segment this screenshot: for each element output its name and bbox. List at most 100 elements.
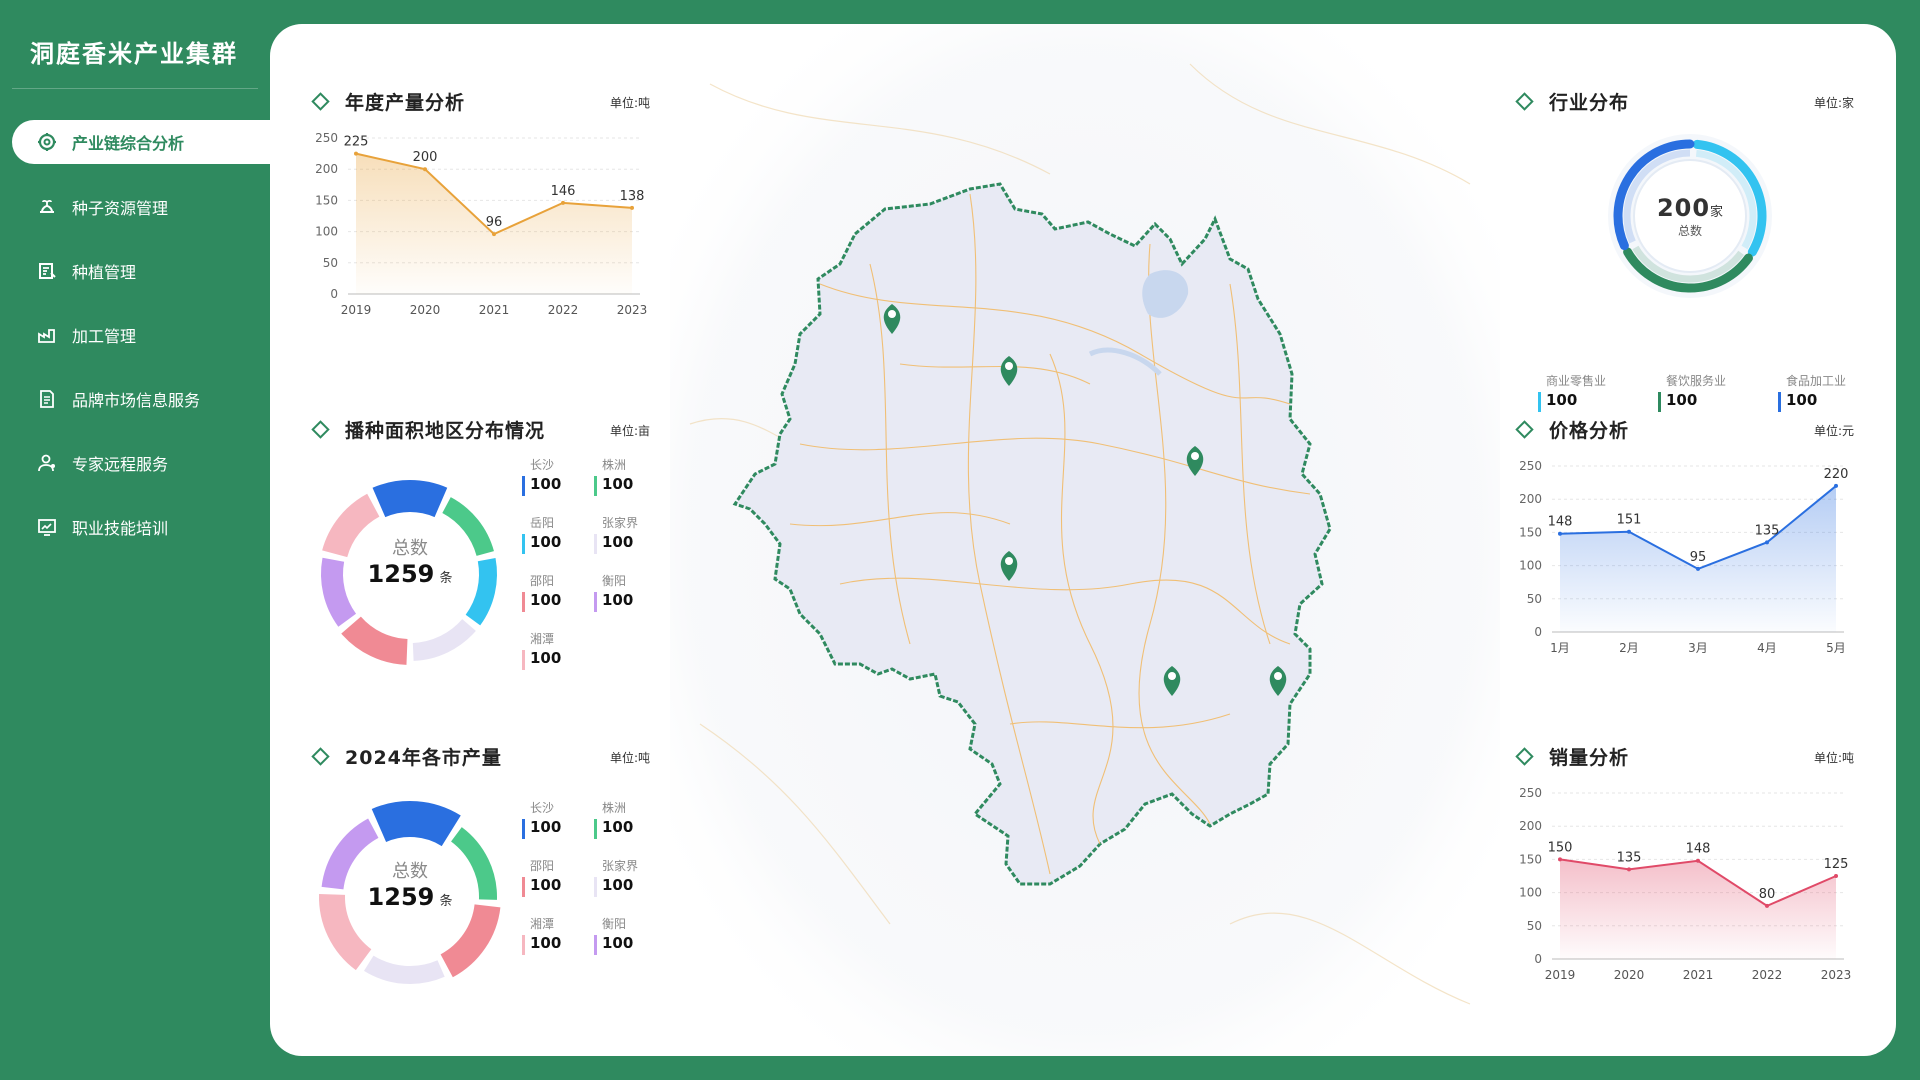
y-tick-label: 150 [315,193,338,207]
nav-label: 品牌市场信息服务 [72,391,201,410]
legend-item: 株洲 100 [594,799,666,847]
sales-panel: 销量分析 单位:吨 0 50 100 150 200 250 150 135 148 80 125 2… [1514,741,1854,991]
legend-value: 100 [602,876,634,894]
x-tick-label: 2019 [1545,968,1576,982]
diamond-icon [311,419,330,439]
legend-item: 湘潭 100 [522,630,594,678]
legend-name: 湘潭 [530,632,555,646]
legend-value: 100 [602,818,634,836]
nav-item-industry-chain[interactable]: 产业链综合分析 [12,120,270,164]
y-tick-label: 200 [315,162,338,176]
expert-icon [36,452,58,474]
data-label: 125 [1824,857,1849,872]
data-label: 150 [1548,840,1573,855]
y-tick-label: 0 [1534,952,1542,966]
app-title: 洞庭香米产业集群 [30,40,238,68]
x-tick-label: 2022 [1752,968,1783,982]
annual-output-panel: 年度产量分析 单位:吨 0 50 100 150 200 250 225 200 96 146 13… [310,86,650,326]
city-legend: 长沙 100 株洲 100 邵阳 100 张家界 100 湘潭 100 衡阳 1… [522,799,666,963]
panel-title: 播种面积地区分布情况 [345,419,546,442]
legend-value: 100 [530,818,562,836]
legend-color-bar [522,650,525,670]
panel-title: 行业分布 [1549,91,1630,114]
y-tick-label: 150 [1519,852,1542,866]
legend-name: 岳阳 [530,516,555,530]
training-icon [36,516,58,538]
legend-color-bar [1658,392,1661,412]
y-tick-label: 200 [1519,492,1542,506]
data-point [492,232,496,237]
data-point [1765,903,1769,908]
divider [12,88,258,89]
data-label: 135 [1617,850,1642,865]
unit-label: 单位:家 [1813,96,1854,110]
diamond-icon [311,746,330,766]
data-point [1696,858,1700,863]
unit-label: 单位:吨 [609,96,650,110]
price-chart: 0 50 100 150 200 250 148 151 95 135 220 1月 2月 3月 4月 5月 [1519,459,1849,655]
hunan-map[interactable] [670,24,1500,1056]
donut-center-value: 1259 [367,883,435,911]
legend-color-bar [522,819,525,839]
y-tick-label: 50 [323,256,338,270]
gauge-label: 总数 [1677,224,1702,238]
legend-item: 邵阳 100 [522,857,594,905]
legend-color-bar [594,935,597,955]
data-label: 148 [1686,842,1711,857]
legend-value: 100 [1666,391,1698,409]
x-tick-label: 2021 [479,303,510,317]
legend-color-bar [522,877,525,897]
nav-item-planting[interactable]: 种植管理 [12,249,270,293]
donut-center: 总数 1259 条 [340,857,480,911]
gear-icon [36,131,58,153]
data-label: 135 [1755,523,1780,538]
donut-slice [440,903,501,978]
data-label: 96 [486,215,503,230]
donut-slice [341,616,409,665]
nav-item-processing[interactable]: 加工管理 [12,313,270,357]
legend-name: 衡阳 [602,917,627,931]
y-tick-label: 250 [1519,459,1542,473]
legend-value: 100 [602,533,634,551]
diamond-icon [311,91,330,111]
y-tick-label: 50 [1527,592,1542,606]
data-point [1765,540,1769,545]
data-point [1627,867,1631,872]
diamond-icon [1515,91,1534,111]
nav-item-brand-market[interactable]: 品牌市场信息服务 [12,377,270,421]
legend-color-bar [594,534,597,554]
legend-color-bar [594,877,597,897]
sales-chart: 0 50 100 150 200 250 150 135 148 80 125 2019 2020 202… [1519,786,1851,982]
data-label: 95 [1690,550,1707,565]
legend-value: 100 [530,591,562,609]
nav-item-skills-training[interactable]: 职业技能培训 [12,505,270,549]
nav-item-expert-service[interactable]: 专家远程服务 [12,441,270,485]
legend-item: 餐饮服务业 100 [1658,372,1746,420]
y-tick-label: 100 [1519,559,1542,573]
legend-item: 湘潭 100 [522,915,594,963]
data-point [561,200,565,205]
y-tick-label: 50 [1527,919,1542,933]
legend-name: 长沙 [530,458,555,472]
gauge-value: 200 [1656,194,1711,222]
legend-item: 商业零售业 100 [1538,372,1626,420]
x-tick-label: 2月 [1619,641,1639,655]
data-label: 225 [344,135,369,150]
unit-label: 单位:亩 [609,424,650,438]
legend-value: 100 [530,533,562,551]
data-label: 220 [1824,467,1849,482]
legend-name: 邵阳 [530,859,555,873]
legend-item: 食品加工业 100 [1778,372,1866,420]
nav-item-seed-resources[interactable]: 种子资源管理 [12,185,270,229]
main-panel: 年度产量分析 单位:吨 0 50 100 150 200 250 225 200 96 146 13… [270,24,1896,1056]
legend-name: 株洲 [602,801,627,815]
y-tick-label: 100 [1519,886,1542,900]
legend-color-bar [594,592,597,612]
planting-area-panel: 播种面积地区分布情况 单位:亩 总数 1259 条 长沙 100 株洲 100 … [310,414,650,674]
data-point [1627,529,1631,534]
legend-item: 长沙 100 [522,456,594,504]
y-tick-label: 150 [1519,525,1542,539]
annual-output-chart: 0 50 100 150 200 250 225 200 96 146 138 2019 2020 202… [315,131,647,317]
planting-icon [36,260,58,282]
y-tick-label: 100 [315,225,338,239]
